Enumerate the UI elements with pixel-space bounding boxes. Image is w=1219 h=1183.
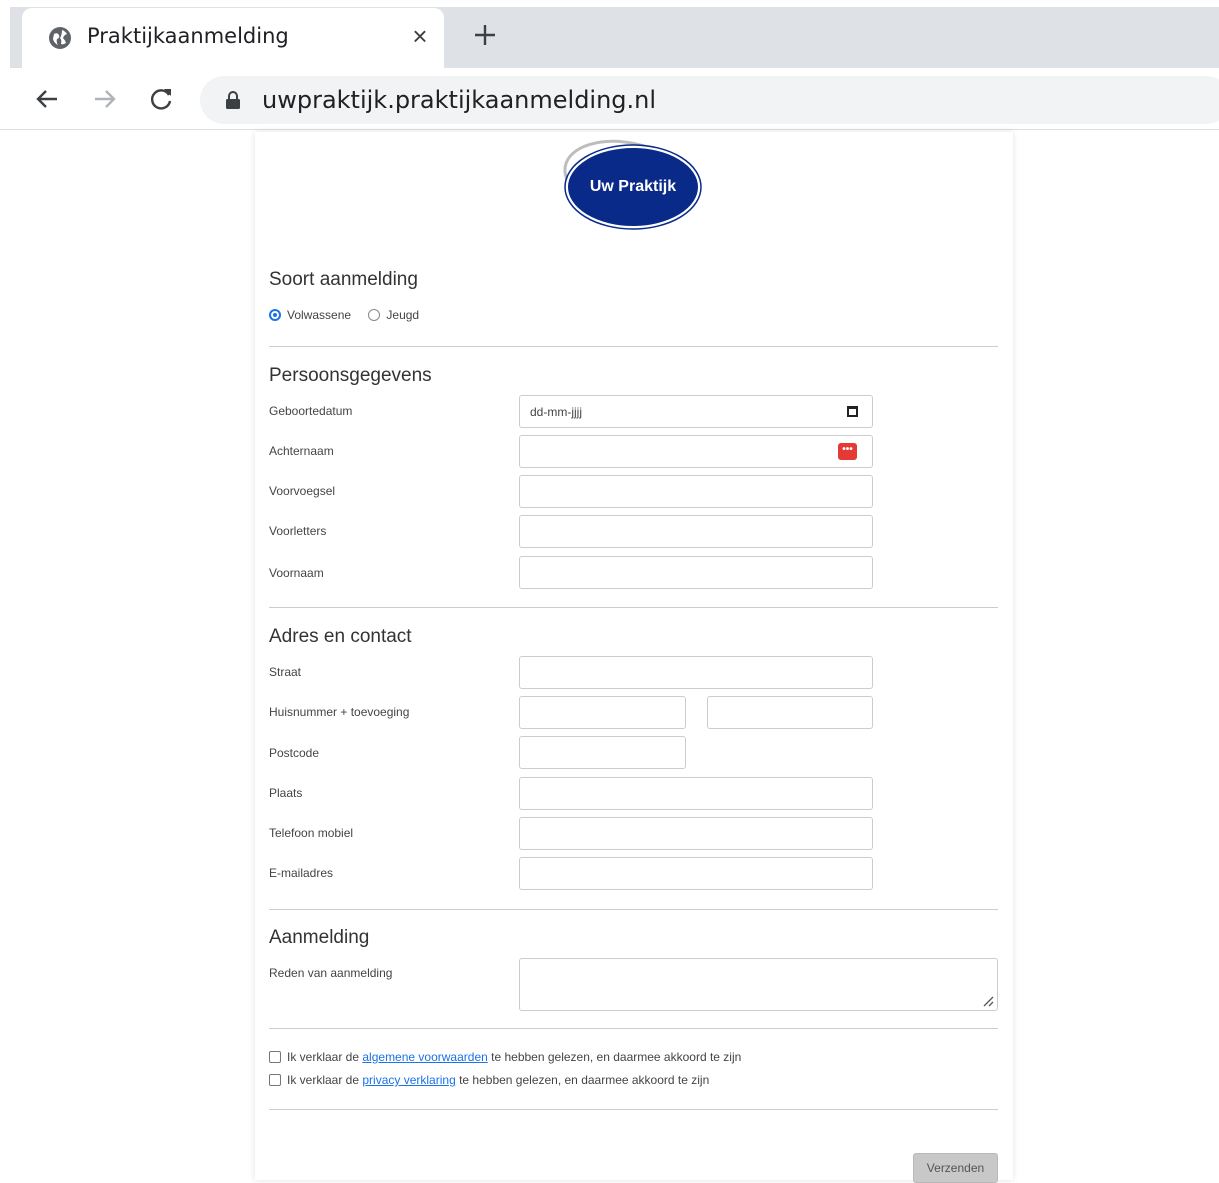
svg-text:Uw Praktijk: Uw Praktijk xyxy=(590,178,676,195)
section-title-persoons: Persoonsgegevens xyxy=(269,365,432,386)
label-voorletters: Voorletters xyxy=(269,524,327,538)
label-huisnummer: Huisnummer + toevoeging xyxy=(269,705,410,719)
privacy-suffix: te hebben gelezen, en daarmee akkoord te… xyxy=(455,1073,710,1087)
label-straat: Straat xyxy=(269,665,302,679)
divider xyxy=(269,909,998,910)
voorwaarden-suffix: te hebben gelezen, en daarmee akkoord te… xyxy=(487,1050,742,1064)
privacy-prefix: Ik verklaar de xyxy=(287,1073,363,1087)
verzenden-button[interactable]: Verzenden xyxy=(913,1153,998,1183)
date-placeholder: dd-mm-jjjj xyxy=(530,405,582,419)
new-tab-icon[interactable] xyxy=(470,20,500,50)
label-reden: Reden van aanmelding xyxy=(269,966,393,980)
browser-toolbar: uwpraktijk.praktijkaanmelding.nl xyxy=(0,68,1219,130)
divider xyxy=(269,346,998,347)
reden-textarea[interactable] xyxy=(519,958,998,1011)
geboortedatum-input[interactable]: dd-mm-jjjj xyxy=(519,395,873,428)
divider xyxy=(269,1028,998,1029)
divider xyxy=(269,607,998,608)
section-title-soort: Soort aanmelding xyxy=(269,269,418,290)
resize-grip-icon[interactable] xyxy=(982,995,994,1007)
privacy-link[interactable]: privacy verklaring xyxy=(362,1073,455,1087)
address-bar[interactable]: uwpraktijk.praktijkaanmelding.nl xyxy=(200,76,1219,124)
label-telefoon: Telefoon mobiel xyxy=(269,826,354,840)
toevoeging-input[interactable] xyxy=(707,696,873,729)
radio-label-jeugd[interactable]: Jeugd xyxy=(386,308,419,322)
voorwaarden-link[interactable]: algemene voorwaarden xyxy=(362,1050,487,1064)
postcode-input[interactable] xyxy=(519,736,686,769)
browser-tab[interactable]: Praktijkaanmelding × xyxy=(22,8,444,68)
lock-icon xyxy=(226,91,240,109)
label-plaats: Plaats xyxy=(269,786,303,800)
voorwaarden-checkbox[interactable] xyxy=(269,1051,281,1063)
close-tab-icon[interactable]: × xyxy=(408,22,432,50)
globe-icon xyxy=(49,27,71,49)
calendar-icon[interactable] xyxy=(847,406,858,417)
reload-icon[interactable] xyxy=(146,84,176,114)
url-text: uwpraktijk.praktijkaanmelding.nl xyxy=(262,86,657,114)
label-email: E-mailadres xyxy=(269,866,334,880)
voorvoegsel-input[interactable] xyxy=(519,475,873,508)
tab-title: Praktijkaanmelding xyxy=(87,24,289,48)
praktijk-logo: Uw Praktijk xyxy=(563,139,702,230)
soort-radio-group: Volwassene Jeugd xyxy=(269,308,433,324)
radio-jeugd[interactable] xyxy=(368,309,381,321)
section-title-adres: Adres en contact xyxy=(269,626,412,647)
voornaam-input[interactable] xyxy=(519,556,873,589)
label-postcode: Postcode xyxy=(269,746,320,760)
forward-arrow-icon[interactable] xyxy=(90,84,120,114)
email-input[interactable] xyxy=(519,857,873,890)
huisnummer-input[interactable] xyxy=(519,696,686,729)
radio-volwassene[interactable] xyxy=(269,309,281,321)
label-voornaam: Voornaam xyxy=(269,566,324,580)
privacy-checkbox[interactable] xyxy=(269,1074,281,1086)
privacy-row: Ik verklaar de privacy verklaring te heb… xyxy=(269,1073,709,1087)
plaats-input[interactable] xyxy=(519,777,873,810)
radio-label-volwassene[interactable]: Volwassene xyxy=(287,308,351,322)
straat-input[interactable] xyxy=(519,656,873,689)
password-manager-icon[interactable]: ••• xyxy=(838,443,857,460)
voorwaarden-prefix: Ik verklaar de xyxy=(287,1050,363,1064)
back-arrow-icon[interactable] xyxy=(32,84,62,114)
browser-tabstrip: Praktijkaanmelding × xyxy=(0,0,1219,68)
label-achternaam: Achternaam xyxy=(269,444,334,458)
telefoon-input[interactable] xyxy=(519,817,873,850)
achternaam-input[interactable]: ••• xyxy=(519,435,873,468)
voorletters-input[interactable] xyxy=(519,515,873,548)
section-title-aanmelding: Aanmelding xyxy=(269,927,370,948)
label-voorvoegsel: Voorvoegsel xyxy=(269,484,336,498)
voorwaarden-row: Ik verklaar de algemene voorwaarden te h… xyxy=(269,1050,741,1064)
divider xyxy=(269,1109,998,1110)
form-page: Uw Praktijk Soort aanmelding Volwassene … xyxy=(255,132,1013,1183)
label-geboortedatum: Geboortedatum xyxy=(269,404,353,418)
